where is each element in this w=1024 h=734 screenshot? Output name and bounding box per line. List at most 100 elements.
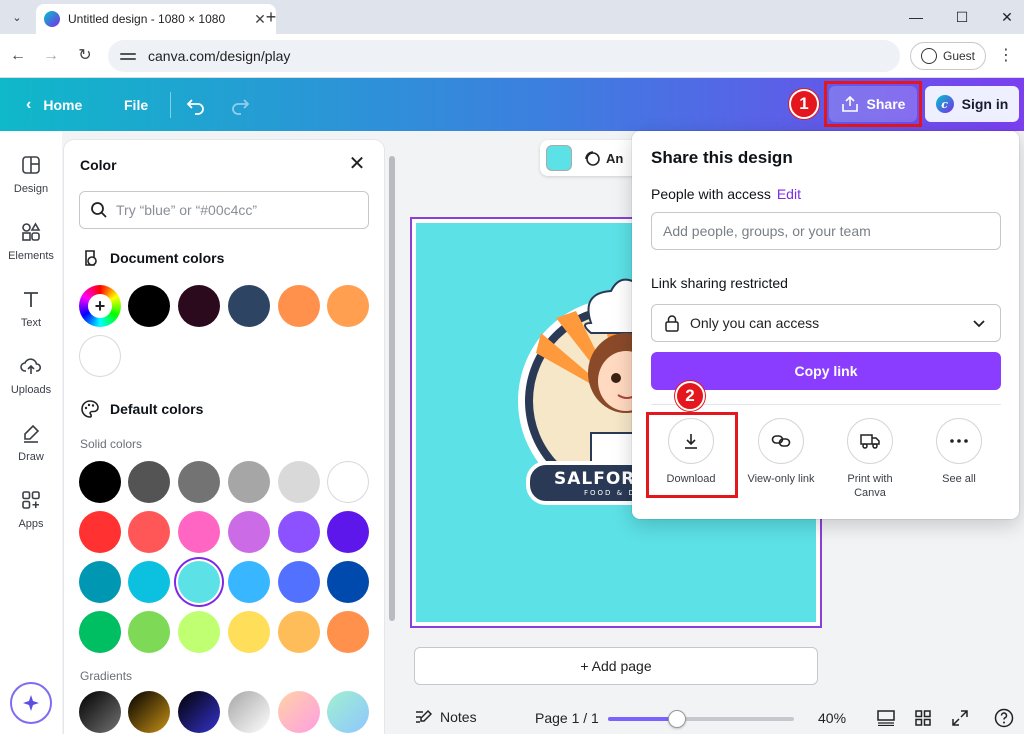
add-page-button[interactable]: + Add page xyxy=(414,647,818,685)
site-settings-icon[interactable] xyxy=(120,48,136,64)
canva-logo-icon: c xyxy=(935,95,954,113)
document-color-swatch[interactable] xyxy=(128,285,170,327)
solid-color-swatch[interactable] xyxy=(178,461,220,503)
see-all-button[interactable]: See all xyxy=(919,418,999,486)
notes-icon xyxy=(416,709,432,723)
document-color-swatch[interactable] xyxy=(327,285,369,327)
solid-color-swatch[interactable] xyxy=(228,461,270,503)
browser-menu-icon[interactable]: ⋮ xyxy=(998,44,1014,68)
rail-label-apps: Apps xyxy=(18,518,44,530)
fullscreen-icon[interactable] xyxy=(950,708,970,728)
solid-color-swatch[interactable] xyxy=(79,461,121,503)
solid-color-swatch[interactable] xyxy=(128,561,170,603)
forward-arrow-icon[interactable]: → xyxy=(40,45,62,67)
solid-color-swatch[interactable] xyxy=(79,511,121,553)
maximize-button[interactable]: ☐ xyxy=(951,6,973,28)
gradient-swatch[interactable] xyxy=(178,691,220,733)
zoom-level[interactable]: 40% xyxy=(818,710,846,726)
solid-color-swatch[interactable] xyxy=(128,461,170,503)
left-side-rail: Design Elements Text Uploads Draw Apps xyxy=(0,131,62,734)
background-color-button[interactable] xyxy=(546,145,572,171)
solid-color-swatch[interactable] xyxy=(178,561,220,603)
notes-button[interactable]: Notes xyxy=(414,709,477,725)
animate-button[interactable]: An xyxy=(584,150,623,166)
page-indicator[interactable]: Page 1 / 1 xyxy=(535,710,599,726)
reload-icon[interactable]: ↻ xyxy=(74,45,96,67)
solid-color-swatch[interactable] xyxy=(327,561,369,603)
gradient-swatch[interactable] xyxy=(327,691,369,733)
view-only-link-button[interactable]: View-only link xyxy=(741,418,821,486)
solid-color-swatch[interactable] xyxy=(278,611,320,653)
zoom-slider-fill xyxy=(608,717,677,721)
tab-list-button[interactable]: ⌄ xyxy=(6,6,28,28)
solid-color-swatch[interactable] xyxy=(327,511,369,553)
default-colors-title: Default colors xyxy=(110,401,204,417)
tab-title: Untitled design - 1080 × 1080 xyxy=(68,12,226,26)
gradient-swatch[interactable] xyxy=(228,691,270,733)
document-color-swatch[interactable] xyxy=(178,285,220,327)
zoom-slider[interactable] xyxy=(608,710,794,728)
rail-label-uploads: Uploads xyxy=(10,384,52,396)
print-with-canva-button[interactable]: Print with Canva xyxy=(830,418,910,500)
scrollbar-thumb[interactable] xyxy=(389,156,395,621)
solid-color-swatch[interactable] xyxy=(79,561,121,603)
undo-icon[interactable] xyxy=(186,78,206,131)
download-highlight-box xyxy=(646,412,738,498)
color-search-field[interactable] xyxy=(79,191,369,229)
browser-tab[interactable]: Untitled design - 1080 × 1080 ✕ xyxy=(36,4,276,34)
solid-color-swatch[interactable] xyxy=(178,611,220,653)
access-level-dropdown[interactable]: Only you can access xyxy=(651,304,1001,342)
color-search-input[interactable] xyxy=(116,202,356,218)
document-color-swatch[interactable] xyxy=(228,285,270,327)
copy-link-button[interactable]: Copy link xyxy=(651,352,1001,390)
document-color-swatch[interactable] xyxy=(278,285,320,327)
rail-item-uploads[interactable]: Uploads xyxy=(0,348,62,408)
rail-item-elements[interactable]: Elements xyxy=(0,214,62,274)
document-color-swatch[interactable] xyxy=(79,335,121,377)
rail-label-elements: Elements xyxy=(8,250,54,262)
minimize-button[interactable]: — xyxy=(905,6,927,28)
rail-item-draw[interactable]: Draw xyxy=(0,415,62,475)
gradient-swatch[interactable] xyxy=(128,691,170,733)
add-color-button[interactable]: + xyxy=(79,285,121,327)
rail-item-apps[interactable]: Apps xyxy=(0,482,62,542)
guest-profile-button[interactable]: Guest xyxy=(910,42,986,70)
solid-color-swatch[interactable] xyxy=(278,511,320,553)
solid-color-swatch[interactable] xyxy=(327,461,369,503)
elements-icon xyxy=(19,220,43,244)
solid-color-swatch[interactable] xyxy=(178,511,220,553)
rail-item-design[interactable]: Design xyxy=(0,147,62,207)
back-arrow-icon[interactable]: ← xyxy=(7,45,29,67)
solid-color-swatch[interactable] xyxy=(228,611,270,653)
zoom-slider-handle[interactable] xyxy=(668,710,686,728)
color-panel: Color ✕ Document colors + Default colors… xyxy=(64,140,384,734)
url-field[interactable]: canva.com/design/play xyxy=(108,40,900,72)
redo-icon[interactable] xyxy=(230,78,250,131)
gradient-swatch[interactable] xyxy=(278,691,320,733)
solid-color-swatch[interactable] xyxy=(278,561,320,603)
home-button[interactable]: ‹ Home xyxy=(26,78,82,131)
file-menu-button[interactable]: File xyxy=(124,78,148,131)
solid-color-swatch[interactable] xyxy=(278,461,320,503)
solid-color-swatch[interactable] xyxy=(228,561,270,603)
solid-color-swatch[interactable] xyxy=(79,611,121,653)
color-panel-scrollbar[interactable] xyxy=(387,150,397,730)
edit-access-link[interactable]: Edit xyxy=(777,186,801,202)
new-tab-button[interactable]: + xyxy=(260,6,282,28)
close-icon[interactable]: ✕ xyxy=(347,154,367,174)
help-icon[interactable] xyxy=(994,708,1014,728)
grid-view-icon[interactable] xyxy=(876,708,896,728)
solid-color-swatch[interactable] xyxy=(128,611,170,653)
solid-color-swatch[interactable] xyxy=(327,611,369,653)
add-people-input[interactable] xyxy=(651,212,1001,250)
file-label: File xyxy=(124,96,149,113)
window-close-button[interactable]: ✕ xyxy=(996,6,1018,28)
gradient-swatch[interactable] xyxy=(79,691,121,733)
solid-color-swatch[interactable] xyxy=(228,511,270,553)
notes-label: Notes xyxy=(440,709,477,725)
rail-item-text[interactable]: Text xyxy=(0,281,62,341)
magic-assistant-button[interactable] xyxy=(10,682,52,724)
pages-grid-icon[interactable] xyxy=(913,708,933,728)
sign-in-button[interactable]: c Sign in xyxy=(925,86,1019,122)
solid-color-swatch[interactable] xyxy=(128,511,170,553)
